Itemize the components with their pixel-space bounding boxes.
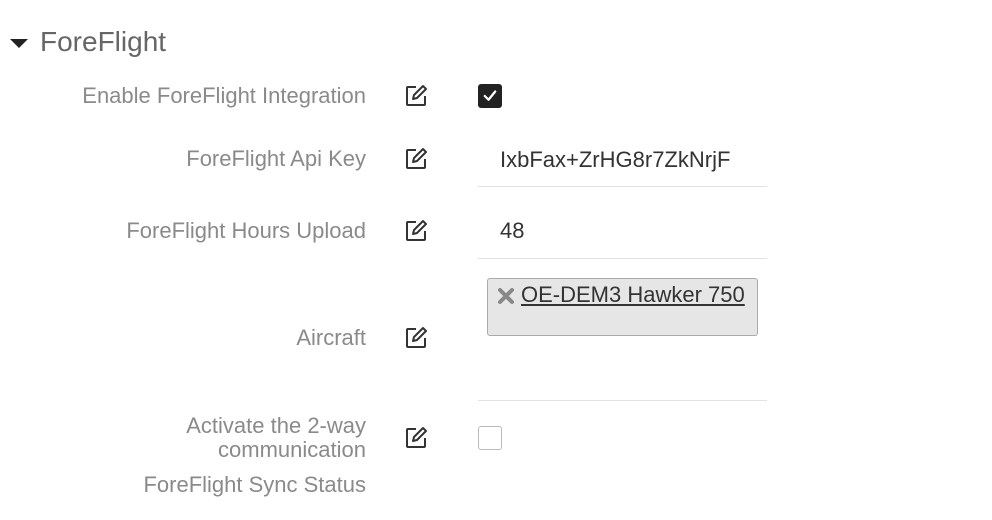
- edit-icon[interactable]: [404, 426, 428, 450]
- checkmark-icon: [483, 90, 497, 101]
- edit-icon[interactable]: [404, 147, 428, 171]
- label-api-key: ForeFlight Api Key: [186, 146, 366, 171]
- caret-down-icon[interactable]: [10, 38, 28, 48]
- label-line-1: Activate the 2-way: [186, 413, 366, 438]
- api-key-value: IxbFax+ZrHG8r7ZkNrjF: [500, 147, 731, 172]
- section-title: ForeFlight: [40, 26, 167, 57]
- remove-x-icon[interactable]: [496, 286, 516, 306]
- api-key-field[interactable]: IxbFax+ZrHG8r7ZkNrjF: [478, 130, 767, 187]
- label-two-way-communication: Activate the 2-way communication: [186, 414, 366, 462]
- aircraft-tag: OE-DEM3 Hawker 750: [487, 278, 758, 336]
- edit-icon[interactable]: [404, 84, 428, 108]
- label-hours-upload: ForeFlight Hours Upload: [126, 218, 366, 243]
- two-way-communication-checkbox[interactable]: [478, 426, 502, 450]
- label-enable-foreflight: Enable ForeFlight Integration: [82, 83, 366, 108]
- label-sync-status: ForeFlight Sync Status: [143, 472, 366, 497]
- enable-foreflight-checkbox[interactable]: [478, 84, 502, 108]
- hours-upload-field[interactable]: 48: [478, 202, 767, 259]
- label-line-2: communication: [218, 437, 366, 462]
- hours-upload-value: 48: [500, 218, 525, 243]
- edit-icon[interactable]: [404, 219, 428, 243]
- section-header-foreflight[interactable]: ForeFlight: [10, 22, 166, 62]
- label-aircraft: Aircraft: [296, 325, 366, 350]
- edit-icon[interactable]: [404, 326, 428, 350]
- aircraft-tag-link[interactable]: OE-DEM3 Hawker 750: [521, 283, 751, 307]
